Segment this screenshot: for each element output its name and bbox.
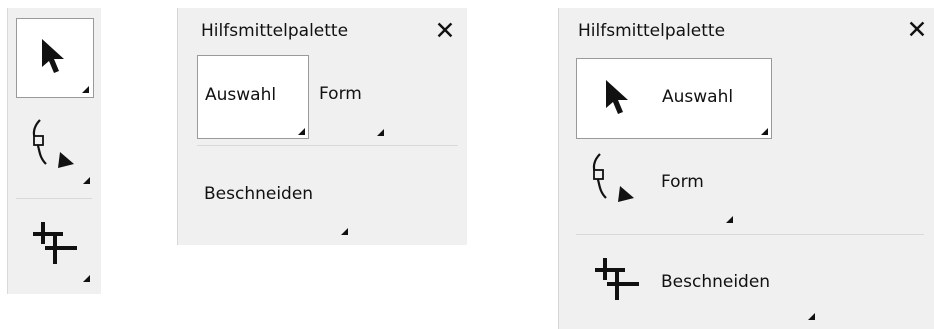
crop-icon — [33, 222, 77, 264]
arrow-pointer-icon — [606, 80, 628, 114]
flyout-corner-icon[interactable] — [83, 177, 90, 184]
toolbox-compact — [7, 8, 101, 294]
palette-title: Hilfsmittelpalette — [201, 21, 349, 41]
form-tool-button[interactable]: Form — [314, 55, 384, 139]
toolbox-text: Hilfsmittelpalette ✕ Auswahl Form Beschn… — [177, 8, 467, 245]
arrow-pointer-icon — [42, 39, 64, 73]
beschneiden-label: Beschneiden — [204, 184, 314, 204]
auswahl-tool-button[interactable]: Auswahl — [197, 55, 309, 139]
auswahl-label: Auswahl — [205, 85, 277, 105]
crop-icon — [595, 258, 639, 300]
separator — [576, 234, 924, 235]
shape-node-icon — [32, 119, 74, 168]
beschneiden-tool-button[interactable]: Beschneiden — [197, 154, 357, 238]
close-icon[interactable]: ✕ — [905, 17, 929, 43]
flyout-corner-icon[interactable] — [341, 228, 348, 235]
crop-tool-button[interactable] — [16, 206, 94, 286]
flyout-corner-icon[interactable] — [298, 128, 305, 135]
form-label: Form — [319, 84, 362, 104]
toolbox-icon-text: Hilfsmittelpalette ✕ Auswahl Form Beschn… — [558, 8, 934, 329]
flyout-corner-icon[interactable] — [377, 129, 384, 136]
flyout-corner-icon[interactable] — [726, 216, 733, 223]
beschneiden-label: Beschneiden — [661, 272, 771, 292]
palette-title: Hilfsmittelpalette — [578, 21, 726, 41]
auswahl-tool-button[interactable]: Auswahl — [576, 58, 772, 139]
shape-node-icon — [592, 153, 634, 202]
flyout-corner-icon[interactable] — [82, 86, 89, 93]
flyout-corner-icon[interactable] — [83, 275, 90, 282]
flyout-corner-icon[interactable] — [761, 128, 768, 135]
auswahl-label: Auswahl — [662, 87, 734, 107]
shape-tool-button[interactable] — [16, 108, 94, 188]
select-tool-button[interactable] — [16, 18, 94, 98]
form-label: Form — [661, 172, 704, 192]
flyout-corner-icon[interactable] — [808, 313, 815, 320]
separator — [197, 145, 458, 146]
beschneiden-tool-button[interactable]: Beschneiden — [576, 241, 816, 325]
form-tool-button[interactable]: Form — [576, 142, 776, 226]
separator — [16, 198, 92, 199]
close-icon[interactable]: ✕ — [433, 18, 457, 44]
